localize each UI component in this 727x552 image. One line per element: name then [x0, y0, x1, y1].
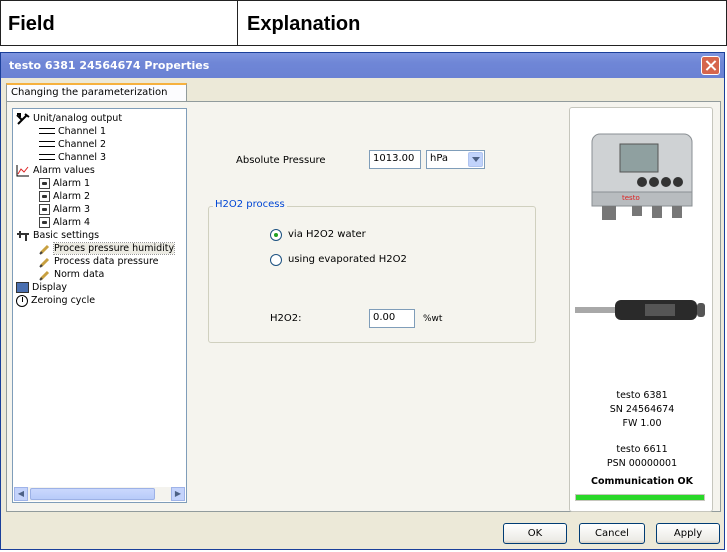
close-icon[interactable]	[701, 56, 720, 75]
cancel-button[interactable]: Cancel	[579, 523, 645, 544]
display-icon	[16, 282, 29, 293]
tree-item-channel-2[interactable]: Channel 2	[39, 138, 106, 151]
pencil-icon	[39, 270, 50, 281]
pencil-icon	[39, 244, 50, 255]
tree-item-alarm-2[interactable]: Alarm 2	[39, 190, 90, 203]
tree-item-proces-pressure-humidity[interactable]: Proces pressure humidity	[39, 242, 176, 255]
transmitter-device-image: testo	[591, 133, 693, 220]
ok-button[interactable]: OK	[503, 523, 567, 544]
apply-button[interactable]: Apply	[656, 523, 720, 544]
h2o2-unit-label: %wt	[423, 314, 443, 324]
probe-device-image	[575, 300, 705, 320]
device-firmware: FW 1.00	[622, 418, 662, 429]
pressure-unit-value: hPa	[430, 153, 449, 164]
parameter-tree[interactable]: Unit/analog output Channel 1 Channel 2 C…	[12, 108, 187, 503]
communication-progress-bar	[575, 494, 705, 501]
absolute-pressure-label: Absolute Pressure	[236, 155, 326, 166]
channel-icon	[39, 127, 55, 134]
svg-text:testo: testo	[622, 194, 640, 202]
pressure-unit-select[interactable]: hPa	[426, 150, 485, 169]
alarm-icon	[39, 204, 50, 215]
h2o2-process-title: H2O2 process	[213, 199, 287, 210]
header-field-label: Field	[8, 13, 55, 35]
h2o2-concentration-input[interactable]: 0.00	[369, 309, 415, 328]
horizontal-scrollbar[interactable]: ◀ ▶	[14, 487, 185, 501]
tree-item-alarm-values[interactable]: Alarm values	[16, 164, 95, 177]
tools-icon	[16, 112, 30, 125]
tree-item-alarm-3[interactable]: Alarm 3	[39, 203, 90, 216]
channel-icon	[39, 140, 55, 147]
progress-fill	[576, 495, 704, 500]
scroll-left-icon[interactable]: ◀	[14, 487, 28, 501]
probe-model: testo 6611	[616, 444, 668, 455]
settings-icon	[17, 230, 29, 241]
table-header: Field Explanation	[0, 0, 727, 46]
channel-icon	[39, 153, 55, 160]
alarm-icon	[39, 217, 50, 228]
radio-via-h2o2-water[interactable]	[270, 229, 282, 241]
tree-item-channel-3[interactable]: Channel 3	[39, 151, 106, 164]
tree-item-norm-data[interactable]: Norm data	[39, 268, 104, 281]
pencil-icon	[39, 257, 50, 268]
title-bar[interactable]: testo 6381 24564674 Properties	[1, 53, 724, 78]
absolute-pressure-input[interactable]: 1013.00	[369, 150, 421, 169]
scrollbar-thumb[interactable]	[30, 488, 155, 500]
tree-item-basic-settings[interactable]: Basic settings	[16, 229, 99, 242]
chart-icon	[16, 164, 29, 176]
probe-serial: PSN 00000001	[606, 458, 678, 469]
device-info-panel: testo testo 6381 SN 24564674 FW 1.00 tes…	[569, 107, 713, 512]
device-model: testo 6381	[616, 390, 668, 401]
tree-item-display[interactable]: Display	[16, 281, 67, 294]
chevron-down-icon[interactable]	[468, 152, 483, 167]
tree-item-alarm-4[interactable]: Alarm 4	[39, 216, 90, 229]
device-serial: SN 24564674	[609, 404, 675, 415]
tree-item-process-data-pressure[interactable]: Process data pressure	[39, 255, 159, 268]
alarm-icon	[39, 178, 50, 189]
alarm-icon	[39, 191, 50, 202]
tree-item-channel-1[interactable]: Channel 1	[39, 125, 106, 138]
scroll-right-icon[interactable]: ▶	[171, 487, 185, 501]
tree-item-alarm-1[interactable]: Alarm 1	[39, 177, 90, 190]
tree-item-unit-analog-output[interactable]: Unit/analog output	[16, 112, 122, 125]
communication-status: Communication OK	[591, 476, 693, 487]
clock-icon	[16, 294, 28, 307]
tree-item-zeroing-cycle[interactable]: Zeroing cycle	[16, 294, 95, 307]
window-title: testo 6381 24564674 Properties	[9, 59, 210, 72]
tab-changing-parameterization[interactable]: Changing the parameterization	[6, 83, 187, 102]
h2o2-label: H2O2:	[270, 313, 302, 324]
radio-using-evaporated-h2o2-label[interactable]: using evaporated H2O2	[288, 254, 407, 265]
header-explanation-label: Explanation	[247, 13, 361, 35]
radio-using-evaporated-h2o2[interactable]	[270, 254, 282, 266]
radio-via-h2o2-water-label[interactable]: via H2O2 water	[288, 229, 366, 240]
